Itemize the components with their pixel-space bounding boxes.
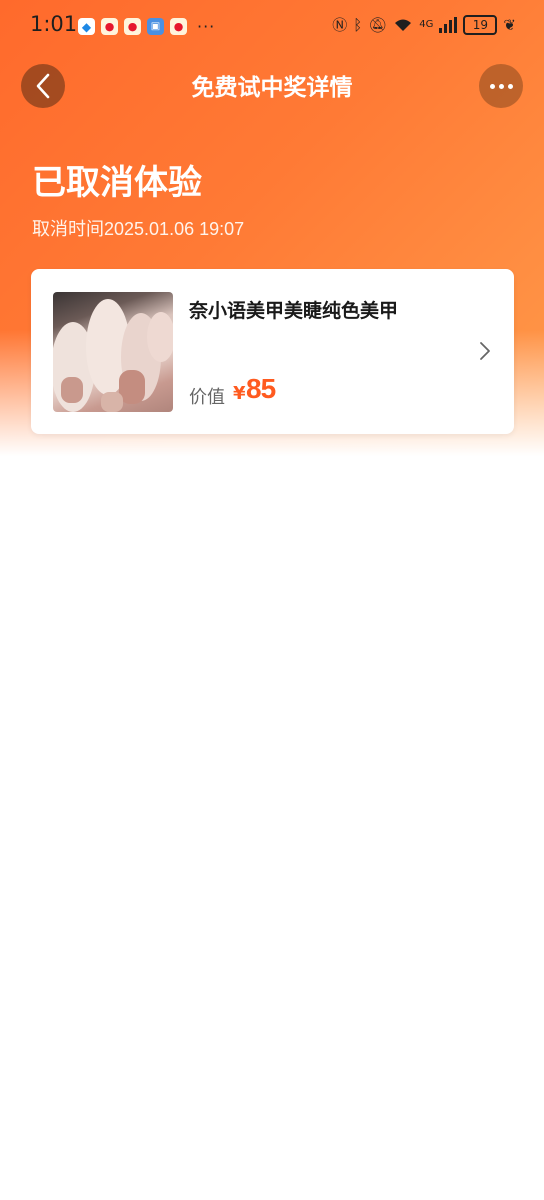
status-bar: 1:01 ◆ ● ● ▣ ● ··· Ⓝ ᛒ 🔕︎ 4G 19 ❦	[0, 0, 544, 52]
weibo-app-icon: ●	[101, 18, 118, 35]
more-dots-icon	[498, 83, 504, 89]
more-dots-icon	[507, 83, 513, 89]
status-time: 1:01	[30, 12, 78, 36]
network-type-label: 4G	[419, 19, 434, 30]
price-currency: ¥	[233, 383, 246, 404]
picture-app-icon: ▣	[147, 18, 164, 35]
product-card[interactable]: 奈小语美甲美睫纯色美甲 价值 ¥ 85	[31, 269, 514, 434]
wifi-icon	[395, 19, 412, 31]
chevron-right-icon	[480, 342, 490, 360]
more-dots-icon	[489, 83, 495, 89]
value-label: 价值	[189, 387, 225, 408]
leaf-icon: ❦	[503, 15, 516, 34]
mute-bell-icon: 🔕︎	[368, 15, 388, 34]
nfc-icon: Ⓝ	[332, 16, 348, 34]
product-price: 85	[246, 373, 276, 404]
bluetooth-icon: ᛒ	[353, 15, 363, 34]
more-notifications-icon: ···	[197, 17, 216, 36]
product-name: 奈小语美甲美睫纯色美甲	[189, 300, 399, 322]
more-options-button[interactable]	[479, 64, 523, 108]
battery-icon: 19	[463, 14, 498, 35]
weibo-app-icon: ●	[124, 18, 141, 35]
experience-status-title: 已取消体验	[32, 163, 202, 203]
nail-photo-illustration	[53, 299, 173, 412]
cancel-time: 取消时间2025.01.06 19:07	[32, 219, 245, 239]
battery-level: 19	[472, 17, 489, 32]
status-system-icons: Ⓝ ᛒ 🔕︎ 4G 19 ❦	[332, 14, 516, 35]
signal-icon	[439, 16, 458, 33]
product-image	[53, 292, 173, 412]
shield-app-icon: ◆	[78, 18, 95, 35]
weibo-app-icon: ●	[170, 18, 187, 35]
status-notification-icons: ◆ ● ● ▣ ● ···	[78, 17, 215, 36]
page-title: 免费试中奖详情	[191, 75, 353, 101]
